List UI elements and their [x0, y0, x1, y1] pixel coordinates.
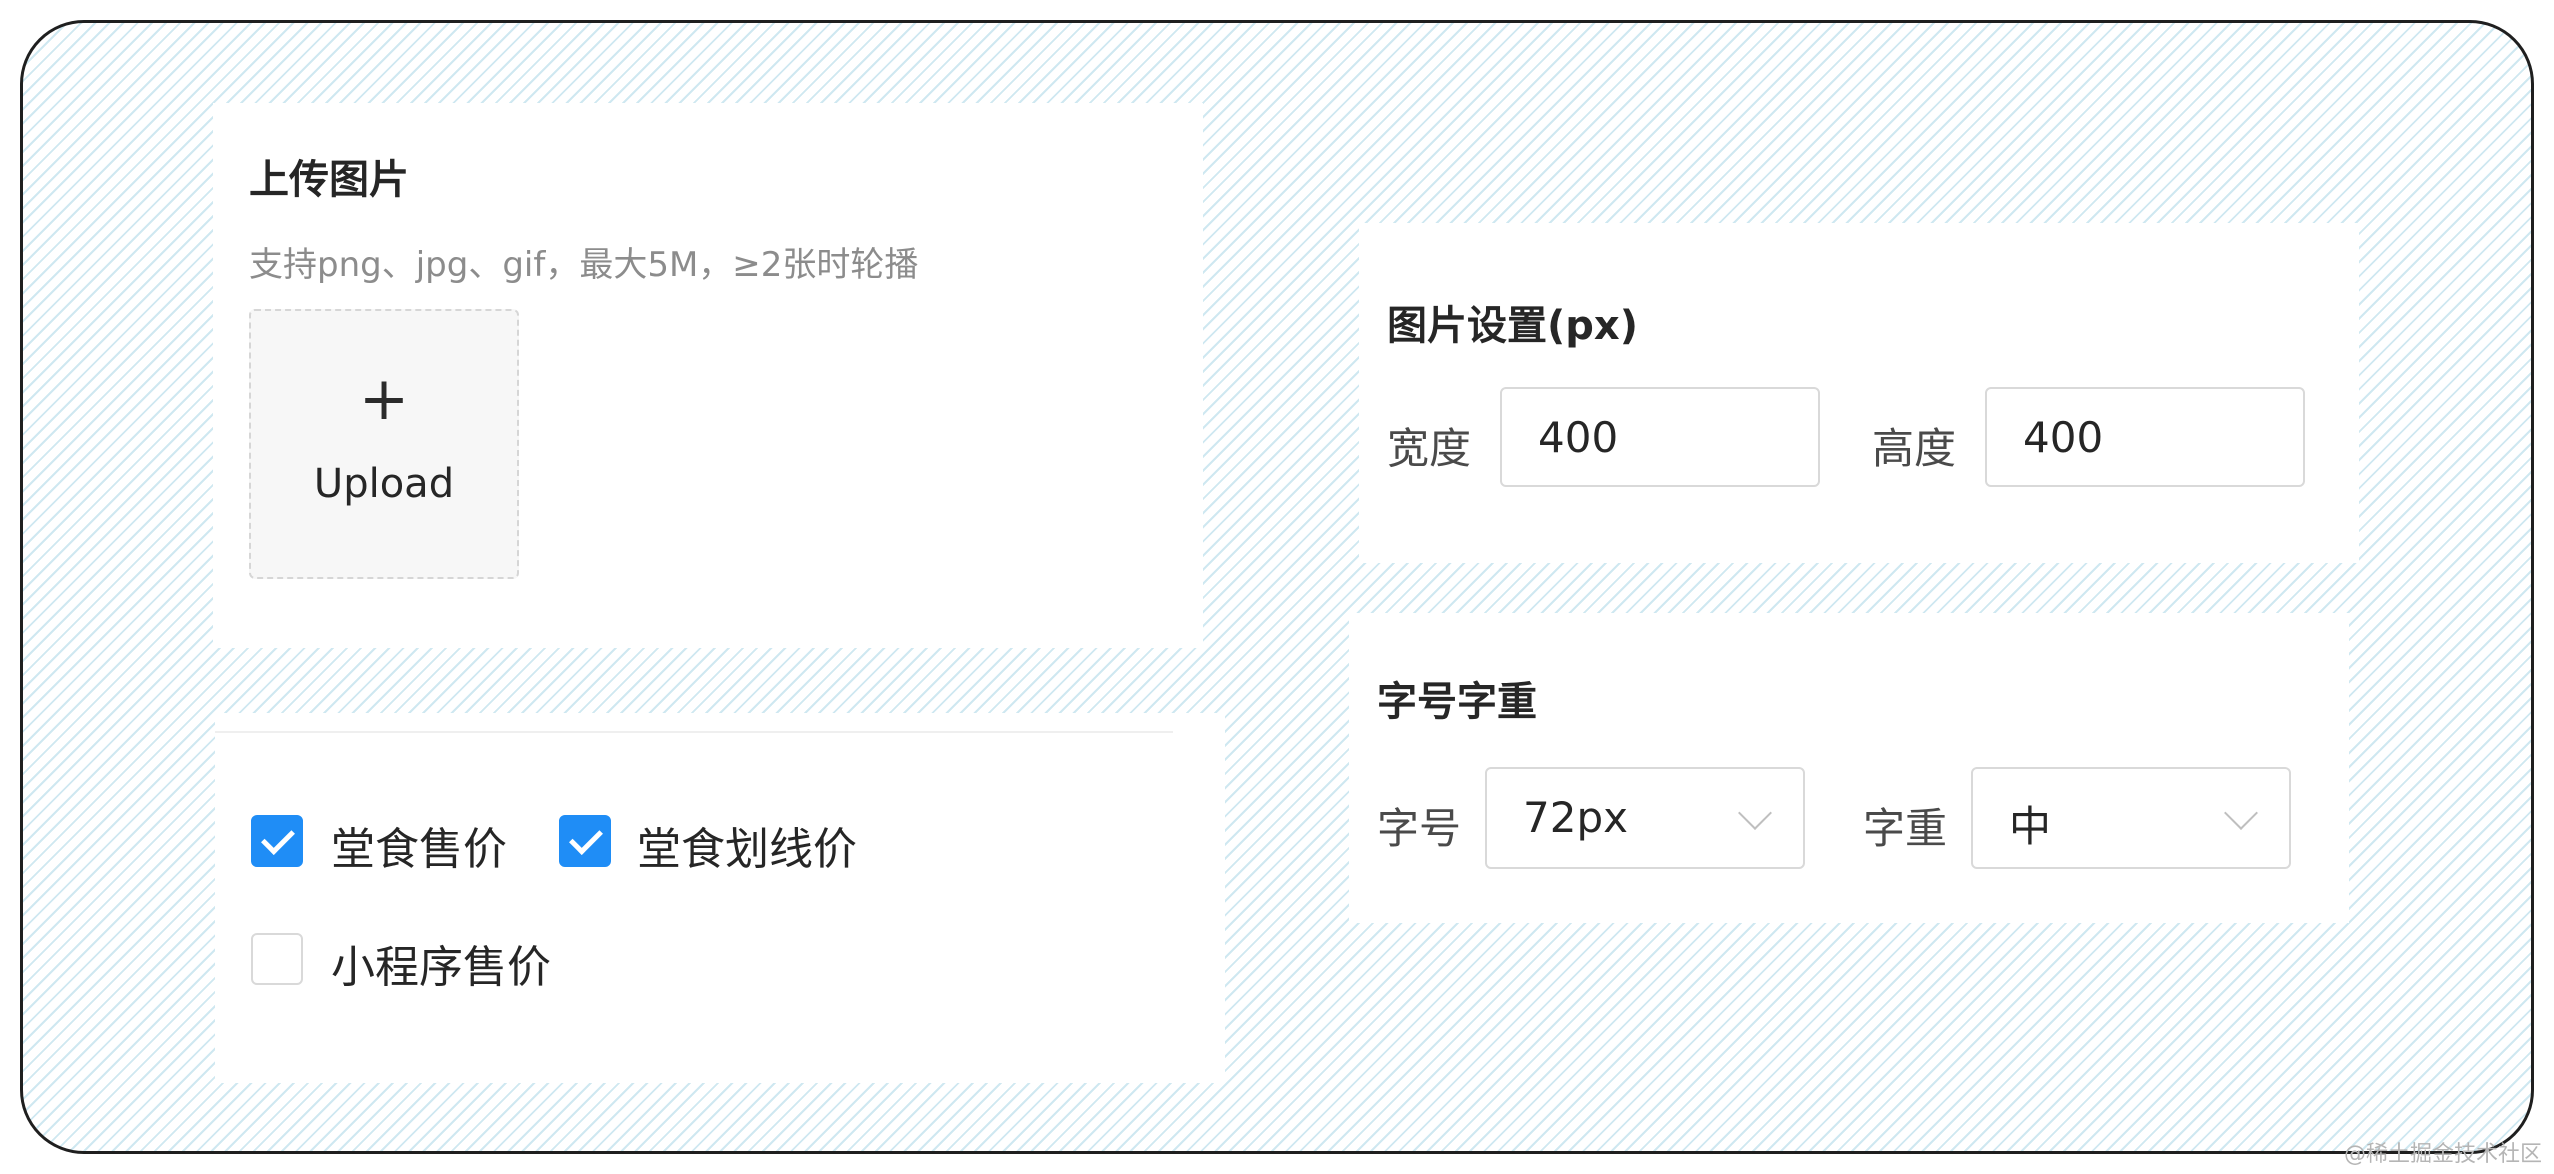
canvas-frame: 上传图片 支持png、jpg、gif，最大5M，≥2张时轮播 + Upload …: [20, 20, 2534, 1154]
font-weight-select-value: 中: [2009, 802, 2052, 851]
font-weight-label: 字重: [1863, 804, 1948, 853]
font-settings-card: 字号字重 字号 72px 字重 中: [1349, 613, 2349, 923]
upload-label: Upload: [313, 461, 455, 507]
width-input-value: 400: [1538, 413, 1619, 462]
checkbox-label-dine-in-price[interactable]: 堂食售价: [331, 813, 507, 877]
price-options-card: 堂食售价 堂食划线价 小程序售价: [215, 713, 1225, 1083]
checkbox-label-mini-program-price[interactable]: 小程序售价: [331, 931, 551, 995]
font-settings-title: 字号字重: [1377, 679, 1537, 725]
font-weight-select[interactable]: 中: [1971, 767, 2291, 869]
width-label: 宽度: [1387, 424, 1472, 473]
plus-icon: +: [358, 364, 410, 434]
upload-title: 上传图片: [249, 157, 409, 203]
checkbox-mini-program-price[interactable]: [251, 933, 303, 985]
watermark: @稀土掘金技术社区: [2343, 1142, 2542, 1167]
checkbox-label-dine-in-strike-price[interactable]: 堂食划线价: [637, 813, 857, 877]
divider: [215, 731, 1173, 733]
image-settings-card: 图片设置(px) 宽度 400 高度 400: [1359, 223, 2359, 563]
image-settings-title: 图片设置(px): [1387, 303, 1638, 349]
font-size-select[interactable]: 72px: [1485, 767, 1805, 869]
check-icon: [261, 821, 295, 855]
chevron-down-icon: [2224, 796, 2258, 830]
chevron-down-icon: [1738, 796, 1772, 830]
height-label: 高度: [1872, 424, 1957, 473]
height-input-value: 400: [2023, 413, 2104, 462]
upload-card: 上传图片 支持png、jpg、gif，最大5M，≥2张时轮播 + Upload: [213, 103, 1203, 648]
font-size-label: 字号: [1377, 804, 1462, 853]
checkbox-dine-in-price[interactable]: [251, 815, 303, 867]
checkbox-dine-in-strike-price[interactable]: [559, 815, 611, 867]
upload-hint: 支持png、jpg、gif，最大5M，≥2张时轮播: [249, 245, 919, 285]
width-input[interactable]: 400: [1500, 387, 1820, 487]
check-icon: [569, 821, 603, 855]
upload-button[interactable]: + Upload: [249, 309, 519, 579]
height-input[interactable]: 400: [1985, 387, 2305, 487]
font-size-select-value: 72px: [1523, 793, 1628, 842]
